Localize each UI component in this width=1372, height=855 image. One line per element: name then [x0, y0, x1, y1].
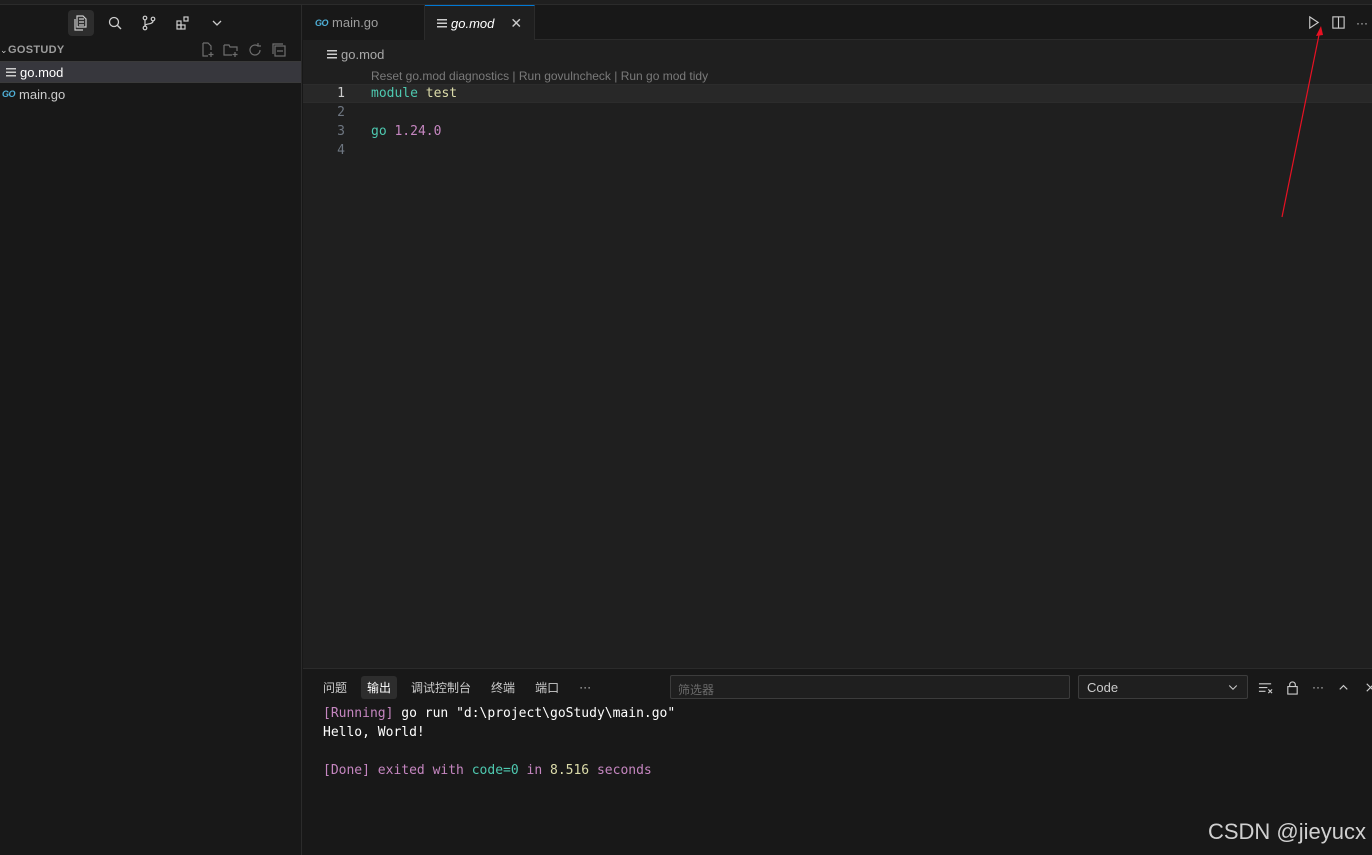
lines-icon [437, 18, 447, 28]
code-keyword: module [371, 86, 418, 101]
running-tag: [Running] [323, 706, 394, 721]
tab-go-mod[interactable]: go.mod ✕ [425, 5, 536, 40]
output-content[interactable]: [Running] go run "d:\project\goStudy\mai… [303, 706, 1372, 782]
codelens[interactable]: Reset go.mod diagnostics | Run govulnche… [303, 68, 1372, 84]
run-command: go run "d:\project\goStudy\main.go" [393, 706, 676, 721]
line-number: 2 [337, 105, 345, 120]
code-keyword: go [371, 124, 387, 139]
more-actions-button[interactable]: ··· [1356, 16, 1368, 30]
done-tag: [Done] [323, 763, 370, 778]
run-icon[interactable] [1306, 15, 1321, 30]
split-editor-icon[interactable] [1331, 15, 1346, 30]
line-number: 4 [337, 143, 345, 158]
refresh-icon[interactable] [247, 42, 263, 58]
explorer-section-header[interactable]: ⌄ GOSTUDY [0, 39, 301, 61]
output-line: [Done] exited with code=0 in 8.516 secon… [323, 763, 1372, 782]
watermark: CSDN @jieyucx [1207, 819, 1366, 844]
clear-output-icon[interactable] [1258, 680, 1273, 695]
selected-channel: Code [1087, 679, 1119, 695]
code-line[interactable]: 4 [303, 141, 1372, 160]
tab-bar: GO main.go go.mod ✕ ··· [303, 5, 1372, 40]
tab-output[interactable]: 输出 [361, 675, 398, 699]
more-views-button[interactable] [204, 10, 230, 36]
chevron-down-icon [212, 20, 222, 26]
code-value: test [425, 86, 458, 101]
extensions-button[interactable] [170, 10, 196, 36]
output-line: [Running] go run "d:\project\goStudy\mai… [323, 706, 1372, 725]
exit-code: code=0 [471, 763, 519, 778]
tab-ports[interactable]: 端口 [529, 676, 565, 699]
done-text: seconds [589, 763, 652, 778]
close-icon[interactable] [1363, 680, 1372, 695]
source-control-icon [142, 15, 156, 31]
panel-tabs: 问题 输出 调试控制台 终端 端口 ··· 筛选器 Code ··· [303, 669, 1372, 705]
file-item-main-go[interactable]: GO main.go [0, 83, 301, 105]
code-lines[interactable]: 1 module test 2 3 go 1.24.0 4 [303, 84, 1372, 160]
done-text: exited with [369, 763, 472, 778]
workspace-title: GOSTUDY [8, 44, 65, 56]
go-icon: GO [315, 17, 329, 28]
chevron-down-icon: ⌄ [0, 44, 8, 55]
tab-problems[interactable]: 问题 [317, 676, 353, 699]
editor-actions: ··· [1306, 5, 1372, 40]
code-line[interactable]: 1 module test [303, 84, 1372, 103]
tab-label: go.mod [451, 15, 495, 31]
file-item-go-mod[interactable]: go.mod [0, 61, 301, 83]
chevron-down-icon [1228, 685, 1238, 690]
done-text: in [518, 763, 550, 778]
output-line: Hello, World! [323, 725, 425, 740]
line-number: 1 [337, 86, 345, 101]
collapse-all-icon[interactable] [271, 42, 287, 58]
panel-more-actions[interactable]: ··· [1312, 680, 1324, 694]
panel-actions: ··· [1258, 675, 1372, 699]
explorer-actions [199, 42, 301, 58]
search-button[interactable] [102, 10, 128, 36]
panel-more-button[interactable]: ··· [573, 677, 597, 697]
activity-toolbar [0, 5, 301, 41]
source-control-button[interactable] [136, 10, 162, 36]
close-icon[interactable]: ✕ [510, 15, 522, 32]
lock-icon[interactable] [1285, 680, 1300, 695]
file-name: go.mod [20, 64, 64, 80]
breadcrumb-file[interactable]: go.mod [341, 47, 384, 62]
new-file-icon[interactable] [199, 42, 215, 58]
breadcrumb: go.mod [303, 40, 1372, 68]
lines-icon [6, 67, 16, 77]
code-value: 1.24.0 [394, 124, 442, 139]
explorer-button[interactable] [68, 10, 94, 36]
tab-main-go[interactable]: GO main.go [303, 5, 425, 40]
tab-label: main.go [332, 15, 379, 30]
files-icon [74, 15, 87, 31]
filter-input[interactable]: 筛选器 [670, 675, 1070, 699]
sidebar: ⌄ GOSTUDY go.mod GO main.go [0, 5, 302, 855]
search-icon [108, 16, 122, 30]
lines-icon [327, 49, 337, 59]
go-icon: GO [2, 89, 16, 99]
elapsed-time: 8.516 [550, 763, 590, 778]
extensions-icon [176, 16, 189, 30]
editor-area: GO main.go go.mod ✕ ··· go.mod Reset go.… [303, 5, 1372, 668]
line-number: 3 [337, 124, 345, 139]
code-line[interactable]: 3 go 1.24.0 [303, 122, 1372, 141]
tab-debug-console[interactable]: 调试控制台 [405, 676, 477, 699]
tab-terminal[interactable]: 终端 [485, 676, 521, 699]
chevron-up-icon[interactable] [1336, 680, 1351, 695]
output-channel-select[interactable]: Code [1078, 675, 1248, 699]
new-folder-icon[interactable] [223, 42, 239, 58]
code-line[interactable]: 2 [303, 103, 1372, 122]
file-name: main.go [19, 86, 66, 102]
